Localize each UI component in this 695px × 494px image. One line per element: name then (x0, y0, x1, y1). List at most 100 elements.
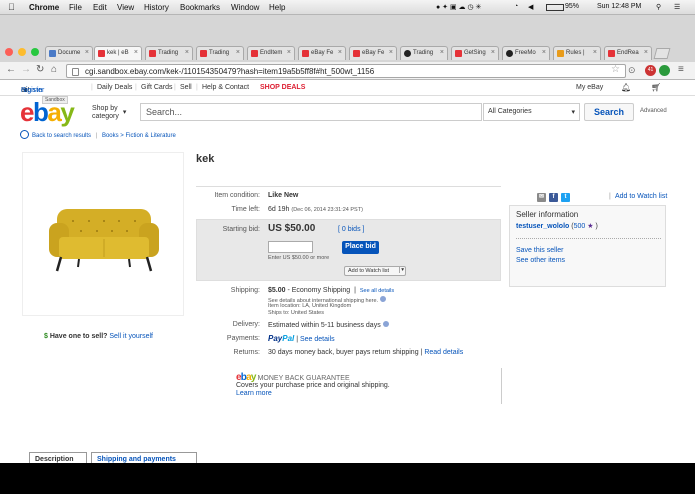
menu-history[interactable]: History (144, 3, 169, 12)
ebay-favicon-icon (251, 50, 258, 57)
tab[interactable]: EndRea × (604, 46, 652, 60)
advanced-search-link[interactable]: Advanced (640, 108, 667, 114)
info-icon[interactable] (382, 321, 389, 327)
tab[interactable]: Trading × (145, 46, 193, 60)
tab-label: Trading (209, 50, 230, 56)
extension-green-icon[interactable] (659, 65, 670, 76)
category-select[interactable]: All Categories ▾ (483, 103, 580, 121)
my-ebay-link[interactable]: My eBay (576, 84, 603, 91)
menu-file[interactable]: File (69, 3, 82, 12)
item-image[interactable] (22, 152, 184, 316)
zoom-window-icon[interactable] (31, 48, 39, 56)
seller-name-row: testuser_wololo (500 ★ ) (516, 222, 598, 230)
tab-label: GetSing (464, 50, 486, 56)
close-tab-icon[interactable]: × (593, 49, 597, 56)
star-icon[interactable]: ☆ (611, 64, 620, 75)
shop-by-line2-text: category (92, 113, 119, 120)
battery-icon[interactable] (546, 4, 564, 11)
volume-icon[interactable]: ◀ (528, 3, 533, 11)
close-tab-icon[interactable]: × (287, 49, 291, 56)
category-path-link[interactable]: Books > Fiction & Literature (102, 133, 176, 139)
close-tab-icon[interactable]: × (644, 49, 648, 56)
tab[interactable]: eBay Fe × (349, 46, 397, 60)
learn-more-link[interactable]: Learn more (236, 390, 272, 397)
gift-cards-link[interactable]: Gift Cards (141, 84, 173, 91)
place-bid-button[interactable]: Place bid (342, 241, 379, 254)
extension-icon[interactable]: ⊙ (628, 65, 636, 76)
wifi-icon[interactable]: ◔ (514, 3, 518, 10)
minimize-window-icon[interactable] (18, 48, 26, 56)
close-tab-icon[interactable]: × (542, 49, 546, 56)
tab[interactable]: eBay Fe × (298, 46, 346, 60)
extension-badge[interactable]: 41 (645, 65, 656, 76)
shop-deals-link[interactable]: SHOP DEALS (260, 84, 305, 91)
close-window-icon[interactable] (5, 48, 13, 56)
add-to-watchlist-link[interactable]: Add to Watch list (615, 193, 667, 200)
menu-app-name[interactable]: Chrome (29, 3, 59, 12)
save-seller-link[interactable]: Save this seller (516, 247, 563, 254)
help-link[interactable]: Help & Contact (202, 84, 249, 91)
close-tab-icon[interactable]: × (440, 49, 444, 56)
notification-list-icon[interactable]: ☰ (674, 3, 680, 11)
tab[interactable]: FreeMo × (502, 46, 550, 60)
reload-icon[interactable]: ↻ (36, 64, 44, 75)
other-items-link[interactable]: See other items (516, 257, 565, 264)
add-to-watchlist-button[interactable]: Add to Watch list ▾ (344, 266, 406, 276)
back-arrow-icon[interactable]: ← (6, 64, 16, 75)
clock[interactable]: Sun 12:48 PM (597, 3, 641, 10)
seller-name-link[interactable]: testuser_wololo (516, 223, 569, 230)
tab-label: EndRea (617, 50, 639, 56)
tab-active[interactable]: kek | eB × (94, 46, 142, 60)
info-icon[interactable] (379, 296, 386, 302)
forward-arrow-icon[interactable]: → (21, 64, 31, 75)
close-tab-icon[interactable]: × (389, 49, 393, 56)
search-button[interactable]: Search (584, 103, 634, 121)
tab[interactable]: Trading × (196, 46, 244, 60)
close-tab-icon[interactable]: × (134, 49, 138, 56)
sell-it-yourself-link[interactable]: Sell it yourself (109, 333, 153, 340)
tab-label: FreeMo (515, 50, 536, 56)
facebook-icon[interactable]: f (549, 193, 558, 202)
new-tab-button[interactable] (653, 48, 671, 59)
payment-details-link[interactable]: See details (300, 336, 335, 343)
close-tab-icon[interactable]: × (236, 49, 240, 56)
back-circle-icon[interactable] (20, 130, 29, 139)
register-link[interactable]: register (21, 87, 44, 94)
cart-icon[interactable]: 🛒︎ (651, 83, 661, 92)
close-tab-icon[interactable]: × (185, 49, 189, 56)
back-to-results-link[interactable]: Back to search results (32, 133, 91, 139)
apple-icon[interactable]:  (8, 2, 15, 12)
menu-window[interactable]: Window (231, 3, 259, 12)
tab[interactable]: Docume × (45, 46, 93, 60)
bell-icon[interactable]: 🔔︎ (621, 83, 631, 92)
bid-count-link[interactable]: [ 0 bids ] (338, 226, 364, 233)
search-input[interactable]: Search... (140, 103, 482, 121)
tab[interactable]: EndItem × (247, 46, 295, 60)
close-tab-icon[interactable]: × (338, 49, 342, 56)
see-all-details-link[interactable]: See all details (360, 288, 394, 294)
tab[interactable]: GetSing × (451, 46, 499, 60)
bid-amount-input[interactable] (268, 241, 313, 253)
feedback-score-link[interactable]: 500 (574, 223, 586, 230)
chevron-down-icon[interactable]: ▾ (399, 267, 404, 273)
email-share-icon[interactable]: ✉ (537, 193, 546, 202)
address-bar[interactable]: cgi.sandbox.ebay.com/kek-/110154350479?h… (66, 64, 626, 78)
tab[interactable]: Trading × (400, 46, 448, 60)
close-tab-icon[interactable]: × (85, 49, 89, 56)
menu-icon[interactable]: ≡ (678, 64, 684, 75)
twitter-icon[interactable]: t (561, 193, 570, 202)
home-icon[interactable]: ⌂ (51, 64, 57, 75)
status-icons[interactable]: ● ✦ ▣ ☁ ◷ ✳ (436, 3, 481, 11)
menu-help[interactable]: Help (269, 3, 285, 12)
menu-edit[interactable]: Edit (93, 3, 107, 12)
menu-bookmarks[interactable]: Bookmarks (180, 3, 220, 12)
category-text: All Categories (488, 108, 532, 115)
daily-deals-link[interactable]: Daily Deals (97, 84, 132, 91)
menu-view[interactable]: View (117, 3, 134, 12)
search-icon[interactable]: ⚲ (656, 3, 661, 11)
returns-details-link[interactable]: Read details (424, 349, 463, 356)
close-tab-icon[interactable]: × (491, 49, 495, 56)
shop-by-category[interactable]: Shop by category ▾ (92, 105, 126, 121)
sell-link[interactable]: Sell (180, 84, 192, 91)
tab[interactable]: Rules | × (553, 46, 601, 60)
